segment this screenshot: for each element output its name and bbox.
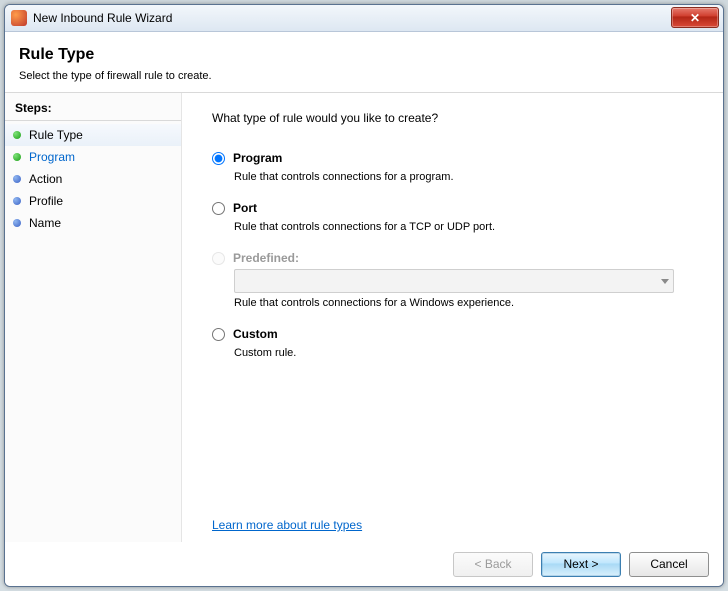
step-profile[interactable]: Profile <box>5 190 181 212</box>
option-port-desc: Rule that controls connections for a TCP… <box>234 221 701 233</box>
option-port-radio[interactable] <box>212 202 225 215</box>
option-port-label: Port <box>233 201 257 215</box>
steps-heading: Steps: <box>5 98 181 121</box>
step-action[interactable]: Action <box>5 168 181 190</box>
step-label: Rule Type <box>29 128 83 142</box>
cancel-button[interactable]: Cancel <box>629 552 709 577</box>
wizard-header: Rule Type Select the type of firewall ru… <box>5 32 723 92</box>
option-predefined-label: Predefined: <box>233 251 299 265</box>
firewall-icon <box>11 10 27 26</box>
wizard-window: New Inbound Rule Wizard ✕ Rule Type Sele… <box>4 4 724 587</box>
option-custom-label: Custom <box>233 327 278 341</box>
step-label: Name <box>29 216 61 230</box>
option-custom-desc: Custom rule. <box>234 347 701 359</box>
option-custom-row: Custom <box>212 327 701 341</box>
option-custom-radio[interactable] <box>212 328 225 341</box>
steps-sidebar: Steps: Rule Type Program Action Profile … <box>5 93 182 542</box>
next-button[interactable]: Next > <box>541 552 621 577</box>
option-program-radio[interactable] <box>212 152 225 165</box>
step-program[interactable]: Program <box>5 146 181 168</box>
step-bullet-icon <box>13 175 21 183</box>
step-bullet-icon <box>13 131 21 139</box>
window-title: New Inbound Rule Wizard <box>33 11 172 25</box>
option-program-desc: Rule that controls connections for a pro… <box>234 171 701 183</box>
close-button[interactable]: ✕ <box>671 7 719 28</box>
main-panel: What type of rule would you like to crea… <box>182 93 723 542</box>
step-bullet-icon <box>13 153 21 161</box>
step-rule-type[interactable]: Rule Type <box>5 124 181 146</box>
back-button: < Back <box>453 552 533 577</box>
step-label: Program <box>29 150 75 164</box>
option-program-row: Program <box>212 151 701 165</box>
option-program-label: Program <box>233 151 282 165</box>
step-label: Profile <box>29 194 63 208</box>
chevron-down-icon <box>661 279 669 284</box>
option-predefined-desc: Rule that controls connections for a Win… <box>234 297 701 309</box>
wizard-footer: < Back Next > Cancel <box>5 542 723 586</box>
step-name[interactable]: Name <box>5 212 181 234</box>
option-predefined-row: Predefined: <box>212 251 701 265</box>
title-bar[interactable]: New Inbound Rule Wizard ✕ <box>5 5 723 32</box>
rule-type-question: What type of rule would you like to crea… <box>212 111 701 125</box>
step-label: Action <box>29 172 62 186</box>
learn-more-link[interactable]: Learn more about rule types <box>212 518 362 532</box>
wizard-body: Steps: Rule Type Program Action Profile … <box>5 92 723 542</box>
page-title: Rule Type <box>19 46 709 64</box>
option-port-row: Port <box>212 201 701 215</box>
option-predefined-radio <box>212 252 225 265</box>
close-icon: ✕ <box>690 11 700 25</box>
step-bullet-icon <box>13 219 21 227</box>
step-bullet-icon <box>13 197 21 205</box>
option-predefined-group: Predefined: Rule that controls connectio… <box>212 251 701 327</box>
page-subtitle: Select the type of firewall rule to crea… <box>19 70 709 82</box>
predefined-dropdown <box>234 269 674 293</box>
